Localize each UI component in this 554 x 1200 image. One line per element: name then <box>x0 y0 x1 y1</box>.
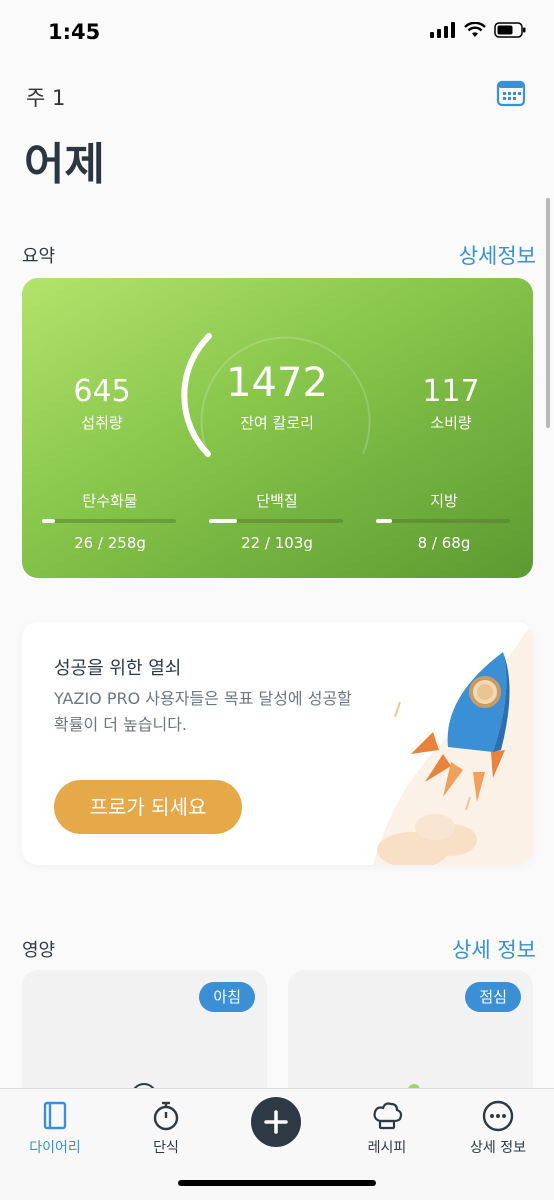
protein-progress-bar <box>209 519 343 523</box>
wifi-icon <box>464 22 486 37</box>
protein-progress-fill <box>209 519 238 523</box>
tab-recipes-label: 레시피 <box>367 1140 407 1156</box>
protein-label: 단백질 <box>256 492 298 510</box>
tab-diary-label: 다이어리 <box>29 1140 81 1156</box>
summary-section-title: 요약 <box>22 246 56 267</box>
burned-value: 117 <box>422 374 480 409</box>
pro-promo-card[interactable]: 성공을 위한 열쇠 YAZIO PRO 사용자들은 목표 달성에 성공할 확률이… <box>22 622 533 865</box>
carbs-value: 26 / 258g <box>74 534 146 552</box>
lunch-badge: 점심 <box>465 982 521 1012</box>
fat-progress-bar <box>376 519 510 523</box>
add-button[interactable] <box>251 1097 301 1147</box>
fat-label: 지방 <box>430 492 458 510</box>
protein-value: 22 / 103g <box>241 534 313 552</box>
stopwatch-icon <box>153 1101 179 1131</box>
tab-more-label: 상세 정보 <box>470 1140 526 1156</box>
week-label[interactable]: 주 1 <box>26 82 65 112</box>
promo-title: 성공을 위한 열쇠 <box>54 658 182 679</box>
tab-fasting-label: 단식 <box>153 1140 179 1156</box>
go-pro-button[interactable]: 프로가 되세요 <box>54 780 242 834</box>
status-time: 1:45 <box>48 20 101 44</box>
remaining-calories-label: 잔여 칼로리 <box>240 414 314 432</box>
summary-card[interactable]: 645 섭취량 1472 잔여 칼로리 117 소비량 탄수화물 26 / 25… <box>22 278 533 578</box>
rocket-illustration <box>373 622 533 865</box>
tab-fasting[interactable]: 단식 <box>111 1099 221 1157</box>
book-icon <box>43 1101 67 1130</box>
burned-label: 소비량 <box>430 414 472 432</box>
calendar-icon[interactable] <box>496 78 526 108</box>
tab-recipes[interactable]: 레시피 <box>332 1099 442 1157</box>
summary-details-link[interactable]: 상세정보 <box>459 240 536 270</box>
eaten-value: 645 <box>73 374 131 409</box>
nutrition-details-link[interactable]: 상세 정보 <box>452 934 536 964</box>
tab-diary[interactable]: 다이어리 <box>0 1099 110 1157</box>
fat-progress-fill <box>376 519 393 523</box>
plus-icon <box>264 1110 288 1134</box>
breakfast-badge: 아침 <box>199 982 255 1012</box>
carbs-label: 탄수화물 <box>82 492 138 510</box>
carbs-progress-bar <box>42 519 176 523</box>
more-icon <box>482 1100 514 1132</box>
scrollbar[interactable] <box>546 198 550 428</box>
promo-description: YAZIO PRO 사용자들은 목표 달성에 성공할 확률이 더 높습니다. <box>54 689 352 734</box>
tab-more[interactable]: 상세 정보 <box>443 1099 553 1157</box>
nutrition-section-title: 영양 <box>22 940 56 961</box>
carbs-progress-fill <box>42 519 56 523</box>
page-title: 어제 <box>24 139 105 190</box>
chef-hat-icon <box>373 1102 403 1130</box>
battery-icon <box>494 22 526 38</box>
remaining-calories-value: 1472 <box>226 360 328 406</box>
fat-value: 8 / 68g <box>417 534 471 552</box>
status-icons <box>430 22 526 38</box>
eaten-label: 섭취량 <box>81 414 123 432</box>
status-bar: 1:45 <box>0 0 554 66</box>
home-indicator[interactable] <box>178 1180 376 1186</box>
cellular-signal-icon <box>430 22 455 38</box>
